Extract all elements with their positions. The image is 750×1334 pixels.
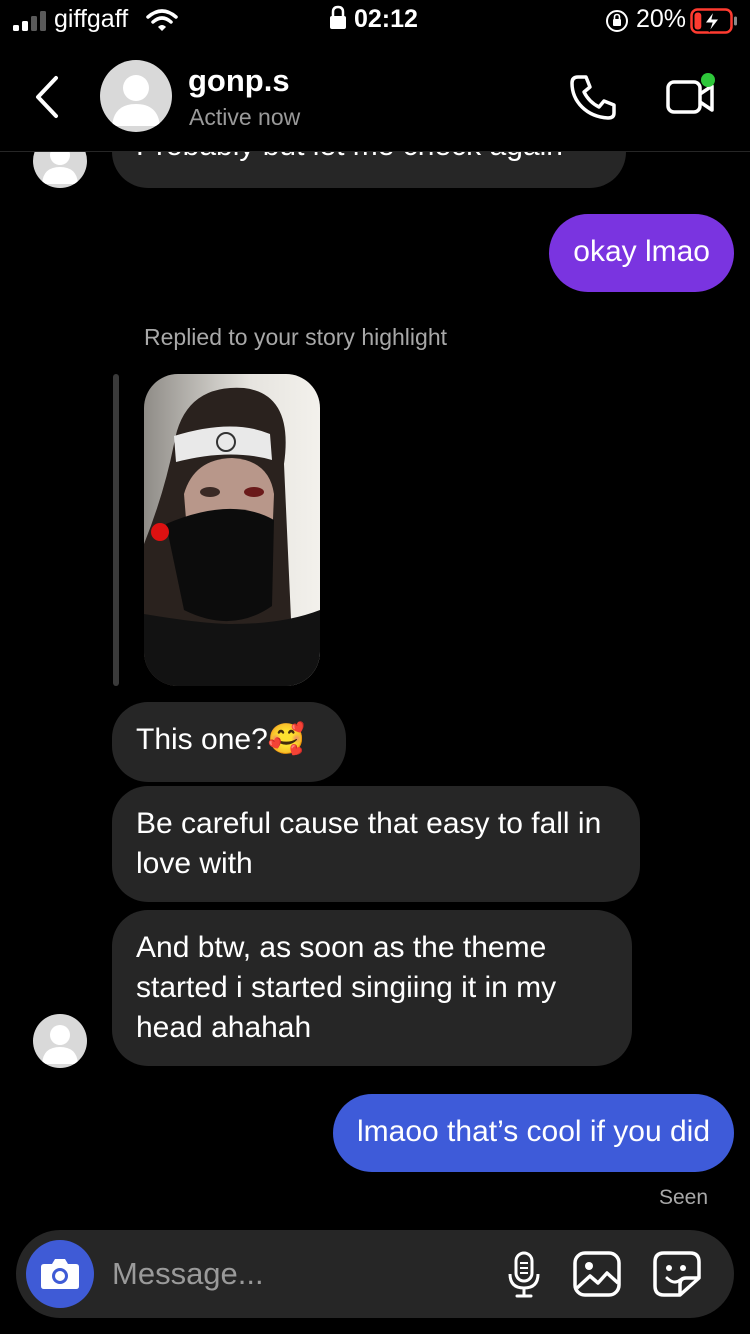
battery-percent: 20% <box>636 5 687 33</box>
message-text: okay lmao <box>573 235 710 268</box>
message-input[interactable] <box>112 1252 472 1296</box>
message-bubble-incoming[interactable]: Probably but let me check again <box>112 152 626 188</box>
default-avatar-icon <box>42 1025 78 1064</box>
message-bubble-outgoing[interactable]: okay lmao <box>549 214 734 292</box>
message-thread[interactable]: Probably but let me check again okay lma… <box>0 152 750 1222</box>
cellular-signal-icon <box>13 11 46 31</box>
camera-button[interactable] <box>26 1240 94 1308</box>
active-status-dot <box>701 73 715 87</box>
contact-username[interactable]: gonp.s <box>188 63 290 99</box>
microphone-icon[interactable] <box>504 1250 544 1298</box>
orientation-lock-icon <box>606 10 628 32</box>
sender-avatar[interactable] <box>33 152 87 188</box>
clock-time: 02:12 <box>354 5 418 33</box>
message-text: Be careful cause that easy to fall in lo… <box>136 807 602 880</box>
video-call-icon[interactable] <box>664 72 720 120</box>
battery-charging-icon <box>690 8 737 34</box>
message-composer <box>16 1230 734 1318</box>
reply-indicator-bar <box>113 374 119 686</box>
lock-icon <box>330 5 346 29</box>
story-photo <box>144 374 320 686</box>
message-text: This one?🥰 <box>136 723 306 756</box>
seen-receipt: Seen <box>658 1186 708 1209</box>
story-highlight-thumbnail[interactable] <box>144 374 320 686</box>
activity-status: Active now <box>189 104 301 130</box>
story-reply-label: Replied to your story highlight <box>144 324 447 350</box>
camera-icon <box>41 1259 79 1289</box>
message-text: And btw, as soon as the theme started i … <box>136 931 557 1044</box>
message-bubble-incoming[interactable]: And btw, as soon as the theme started i … <box>112 910 632 1066</box>
message-text: lmaoo that’s cool if you did <box>357 1115 710 1148</box>
back-chevron-icon[interactable] <box>28 72 64 122</box>
gallery-icon[interactable] <box>572 1250 622 1298</box>
default-avatar-icon <box>112 75 160 126</box>
phone-call-icon[interactable] <box>568 72 618 122</box>
message-bubble-incoming[interactable]: Be careful cause that easy to fall in lo… <box>112 786 640 902</box>
contact-avatar[interactable] <box>100 60 172 132</box>
message-bubble-incoming[interactable]: This one?🥰 <box>112 702 346 782</box>
sender-avatar[interactable] <box>33 1014 87 1068</box>
sticker-icon[interactable] <box>652 1250 702 1298</box>
status-bar: giffgaff 02:12 20% <box>0 0 750 44</box>
wifi-icon <box>146 9 178 31</box>
default-avatar-icon <box>42 152 78 184</box>
message-text: Probably but let me check again <box>136 152 563 162</box>
carrier-name: giffgaff <box>54 5 129 33</box>
message-bubble-outgoing[interactable]: lmaoo that’s cool if you did <box>333 1094 734 1172</box>
